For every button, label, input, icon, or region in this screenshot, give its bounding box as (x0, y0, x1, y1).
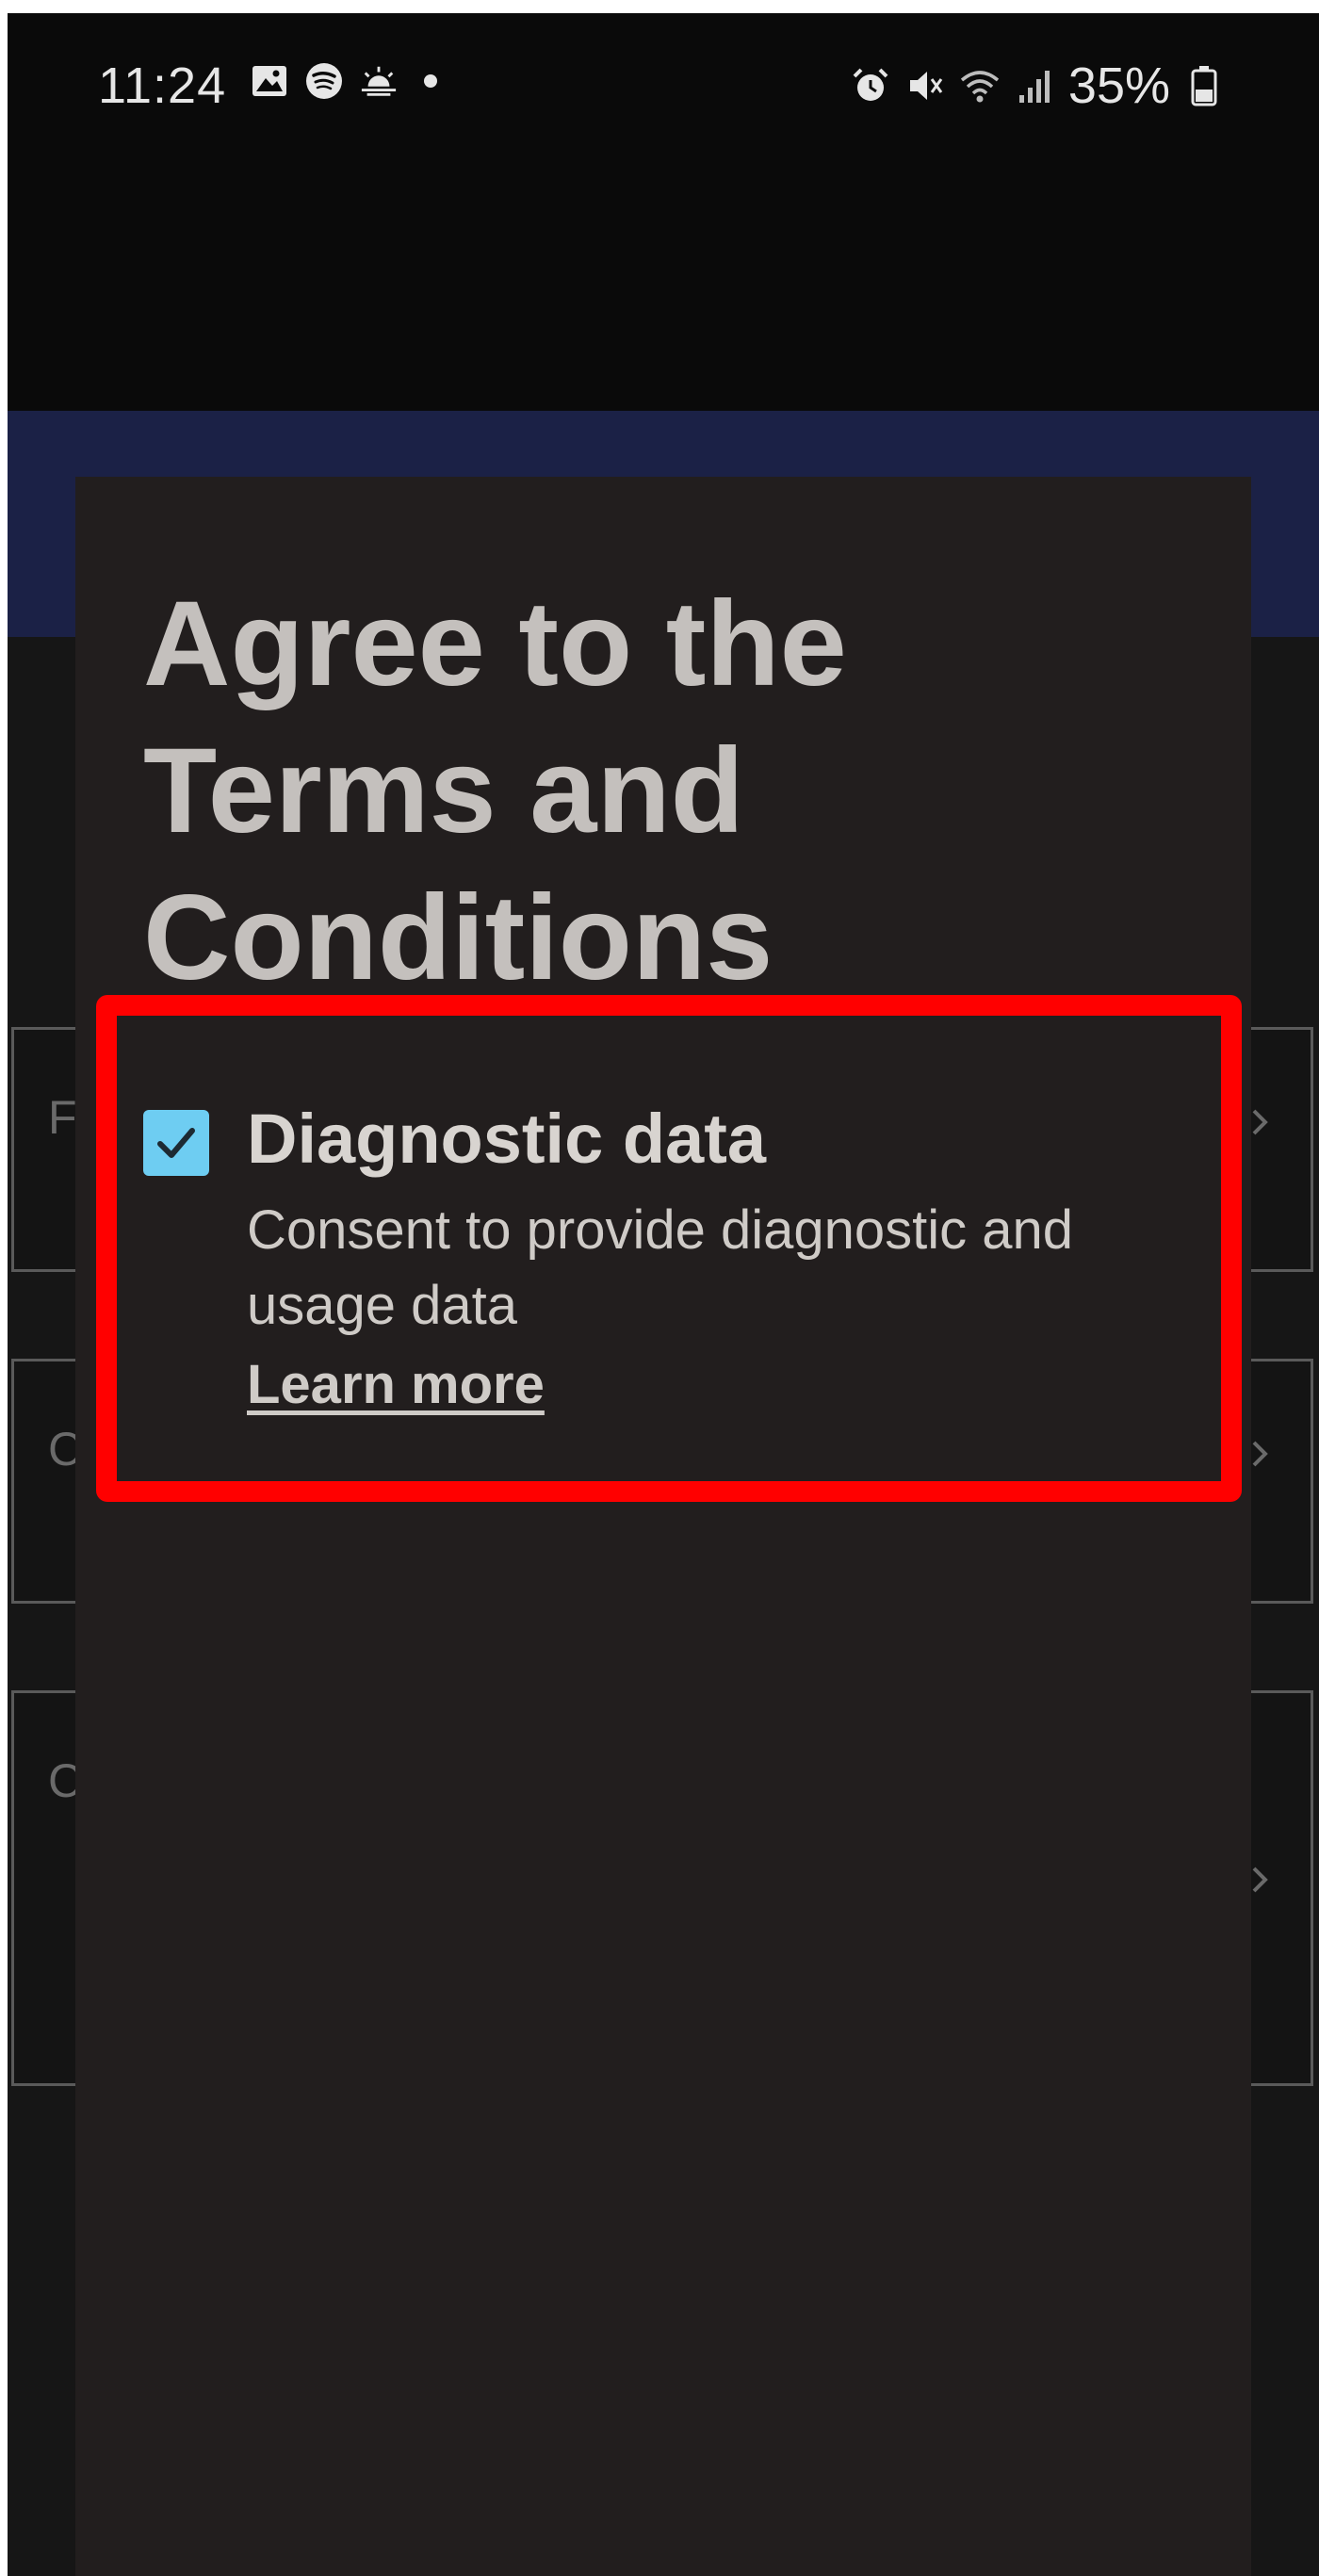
notification-icons (251, 62, 437, 100)
diagnostic-data-checkbox[interactable] (143, 1110, 209, 1176)
consent-description: Consent to provide diagnostic and usage … (247, 1199, 1074, 1336)
spotify-icon (305, 62, 343, 100)
dialog-title: Agree to the Terms and Conditions (143, 577, 847, 1005)
terms-dialog: Agree to the Terms and Conditions Diagno… (75, 477, 1251, 2576)
consent-title: Diagnostic data (247, 1100, 766, 1178)
weather-icon (360, 62, 398, 100)
battery-percent: 35% (1067, 57, 1170, 114)
system-icons: 35% (850, 57, 1225, 115)
learn-more-link[interactable]: Learn more (247, 1353, 545, 1416)
status-bar: 11:24 35% (8, 13, 1319, 164)
checkmark-icon (157, 1128, 195, 1158)
background-field-label: F (48, 1091, 77, 1144)
phone-screen: 11:24 35% F C C Agree to the Terms and C… (8, 13, 1319, 2576)
wifi-icon (959, 65, 1001, 106)
mute-icon (904, 65, 946, 106)
status-time: 11:24 (98, 57, 227, 114)
signal-icon (1014, 65, 1055, 106)
battery-icon (1183, 65, 1225, 106)
notification-dot-icon (424, 74, 437, 88)
alarm-icon (850, 65, 891, 106)
gallery-icon (251, 62, 288, 100)
